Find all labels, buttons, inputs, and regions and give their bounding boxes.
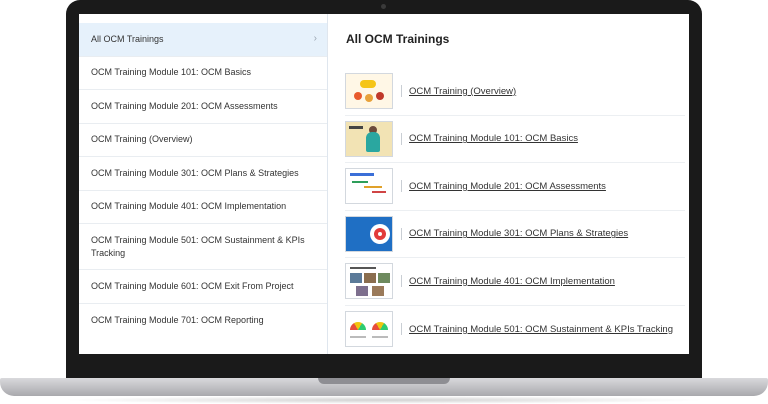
sidebar-item-label: OCM Training (Overview): [91, 134, 193, 145]
sidebar-item-module-101[interactable]: OCM Training Module 101: OCM Basics: [79, 57, 327, 90]
ocm-implementation-thumbnail-icon[interactable]: [345, 263, 393, 300]
sidebar-item-label: OCM Training Module 101: OCM Basics: [91, 67, 252, 78]
divider: [401, 227, 402, 240]
sidebar-item-label: OCM Training Module 601: OCM Exit From P…: [91, 280, 294, 291]
course-row-101: OCM Training Module 101: OCM Basics: [345, 116, 685, 163]
course-listing: All OCM Trainings OCM Training (Overview…: [329, 14, 689, 354]
course-list: OCM Training (Overview) OCM Training Mod…: [345, 68, 685, 353]
ocm-basics-thumbnail-icon[interactable]: [345, 120, 393, 157]
webcam-icon: [381, 4, 386, 9]
course-link-101[interactable]: OCM Training Module 101: OCM Basics: [409, 133, 578, 144]
sidebar-item-label: OCM Training Module 401: OCM Implementat…: [91, 201, 287, 212]
course-row-301: OCM Training Module 301: OCM Plans & Str…: [345, 211, 685, 258]
course-row-501: OCM Training Module 501: OCM Sustainment…: [345, 306, 685, 354]
laptop-notch: [318, 378, 450, 384]
divider: [401, 275, 402, 288]
category-sidebar: All OCM Trainings › OCM Training Module …: [79, 14, 328, 354]
sidebar-item-module-601[interactable]: OCM Training Module 601: OCM Exit From P…: [79, 270, 327, 304]
sidebar-item-module-401[interactable]: OCM Training Module 401: OCM Implementat…: [79, 191, 327, 224]
page-title: All OCM Trainings: [346, 32, 450, 46]
ocm-assessments-thumbnail-icon[interactable]: [345, 168, 393, 205]
sidebar-item-module-201[interactable]: OCM Training Module 201: OCM Assessments: [79, 90, 327, 124]
divider: [401, 180, 402, 193]
sidebar-item-label: OCM Training Module 701: OCM Reporting: [91, 314, 264, 325]
gauge-thumbnail-icon[interactable]: [345, 311, 393, 348]
course-row-201: OCM Training Module 201: OCM Assessments: [345, 163, 685, 211]
course-link-501[interactable]: OCM Training Module 501: OCM Sustainment…: [409, 324, 673, 335]
training-overview-thumbnail-icon[interactable]: [345, 73, 393, 110]
sidebar-item-overview[interactable]: OCM Training (Overview): [79, 124, 327, 157]
laptop-shadow: [60, 396, 708, 404]
sidebar-item-label: OCM Training Module 201: OCM Assessments: [91, 100, 278, 111]
laptop-screen: All OCM Trainings › OCM Training Module …: [79, 14, 689, 354]
chevron-right-icon: ›: [313, 33, 317, 45]
laptop-base: [0, 378, 768, 396]
course-row-overview: OCM Training (Overview): [345, 68, 685, 116]
sidebar-item-module-701[interactable]: OCM Training Module 701: OCM Reporting: [79, 304, 327, 338]
sidebar-item-label: OCM Training Module 301: OCM Plans & Str…: [91, 167, 299, 178]
divider: [401, 85, 402, 98]
course-row-401: OCM Training Module 401: OCM Implementat…: [345, 258, 685, 306]
divider: [401, 132, 402, 145]
course-link-301[interactable]: OCM Training Module 301: OCM Plans & Str…: [409, 228, 628, 239]
sidebar-item-module-301[interactable]: OCM Training Module 301: OCM Plans & Str…: [79, 157, 327, 191]
course-link-201[interactable]: OCM Training Module 201: OCM Assessments: [409, 181, 606, 192]
target-thumbnail-icon[interactable]: [345, 215, 393, 252]
course-link-401[interactable]: OCM Training Module 401: OCM Implementat…: [409, 276, 615, 287]
sidebar-item-module-501[interactable]: OCM Training Module 501: OCM Sustainment…: [79, 224, 327, 270]
divider: [401, 323, 402, 336]
laptop-lid: All OCM Trainings › OCM Training Module …: [66, 0, 702, 382]
sidebar-item-label: OCM Training Module 501: OCM Sustainment…: [91, 234, 305, 258]
sidebar-item-all-ocm-trainings[interactable]: All OCM Trainings ›: [79, 23, 327, 57]
course-link-overview[interactable]: OCM Training (Overview): [409, 86, 516, 97]
sidebar-item-label: All OCM Trainings: [91, 33, 164, 44]
